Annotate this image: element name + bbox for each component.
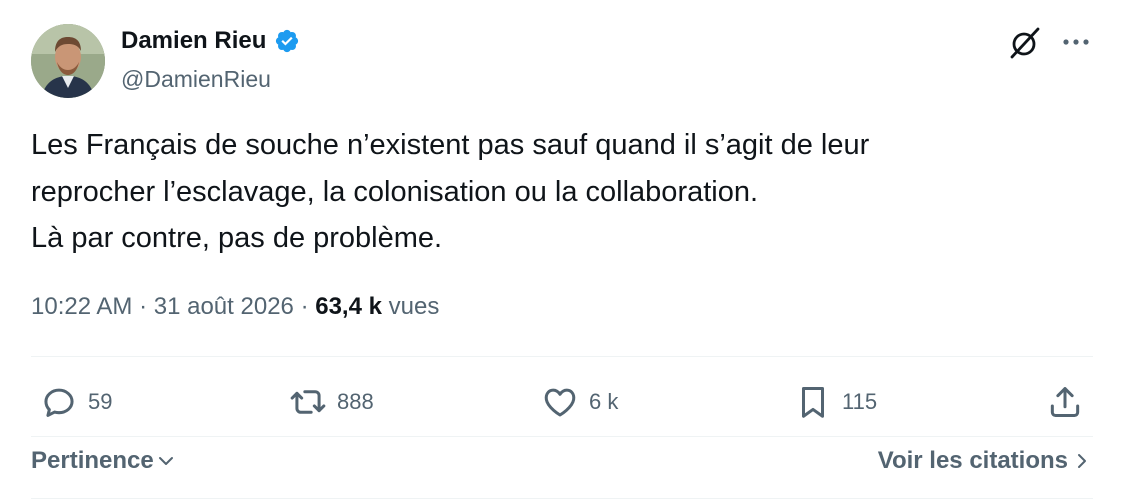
meta-separator: · xyxy=(139,293,148,320)
share-icon xyxy=(1050,387,1080,417)
chevron-right-icon xyxy=(1078,454,1086,468)
divider xyxy=(31,498,1093,499)
bookmark-icon xyxy=(801,387,825,418)
author-name-row[interactable]: Damien Rieu xyxy=(121,26,300,56)
repost-button[interactable]: 888 xyxy=(289,382,374,422)
views-label: vues xyxy=(388,293,440,320)
author-name[interactable]: Damien Rieu xyxy=(121,26,266,56)
bookmark-count: 115 xyxy=(842,389,878,414)
tweet-line: Les Français de souche n’existent pas sa… xyxy=(31,129,870,161)
tweet-text: Les Français de souche n’existent pas sa… xyxy=(31,122,1091,262)
like-button[interactable]: 6 k xyxy=(541,382,618,422)
share-button[interactable] xyxy=(1046,382,1084,422)
view-quotes-link[interactable]: Voir les citations xyxy=(878,444,1090,478)
reply-icon xyxy=(44,388,74,417)
tweet-time[interactable]: 10:22 AM xyxy=(31,293,132,320)
tweet-line: Là par contre, pas de problème. xyxy=(31,222,443,254)
avatar[interactable] xyxy=(31,24,105,98)
sort-dropdown[interactable]: Pertinence xyxy=(31,444,176,478)
verified-badge-icon xyxy=(276,29,299,53)
tweet-date[interactable]: 31 août 2026 xyxy=(154,293,294,320)
divider xyxy=(31,436,1093,437)
like-icon xyxy=(544,388,576,417)
tweet-meta: 10:22 AM · 31 août 2026 · 63,4 k vues xyxy=(31,290,439,324)
repost-count: 888 xyxy=(337,389,374,414)
more-icon[interactable] xyxy=(1061,30,1091,54)
sort-label: Pertinence xyxy=(31,447,154,474)
divider xyxy=(31,356,1093,357)
repost-icon xyxy=(290,390,326,414)
tweet-line: reprocher l’esclavage, la colonisation o… xyxy=(31,175,759,208)
reply-count: 59 xyxy=(88,389,113,414)
grok-icon[interactable] xyxy=(1008,26,1042,60)
bookmark-button[interactable]: 115 xyxy=(794,382,877,422)
like-count: 6 k xyxy=(589,389,619,414)
author-handle[interactable]: @DamienRieu xyxy=(121,64,271,94)
views-count: 63,4 k xyxy=(315,293,382,320)
chevron-down-icon xyxy=(158,457,173,465)
meta-separator: · xyxy=(300,293,309,320)
quotes-label: Voir les citations xyxy=(877,447,1068,474)
reply-button[interactable]: 59 xyxy=(40,382,112,422)
